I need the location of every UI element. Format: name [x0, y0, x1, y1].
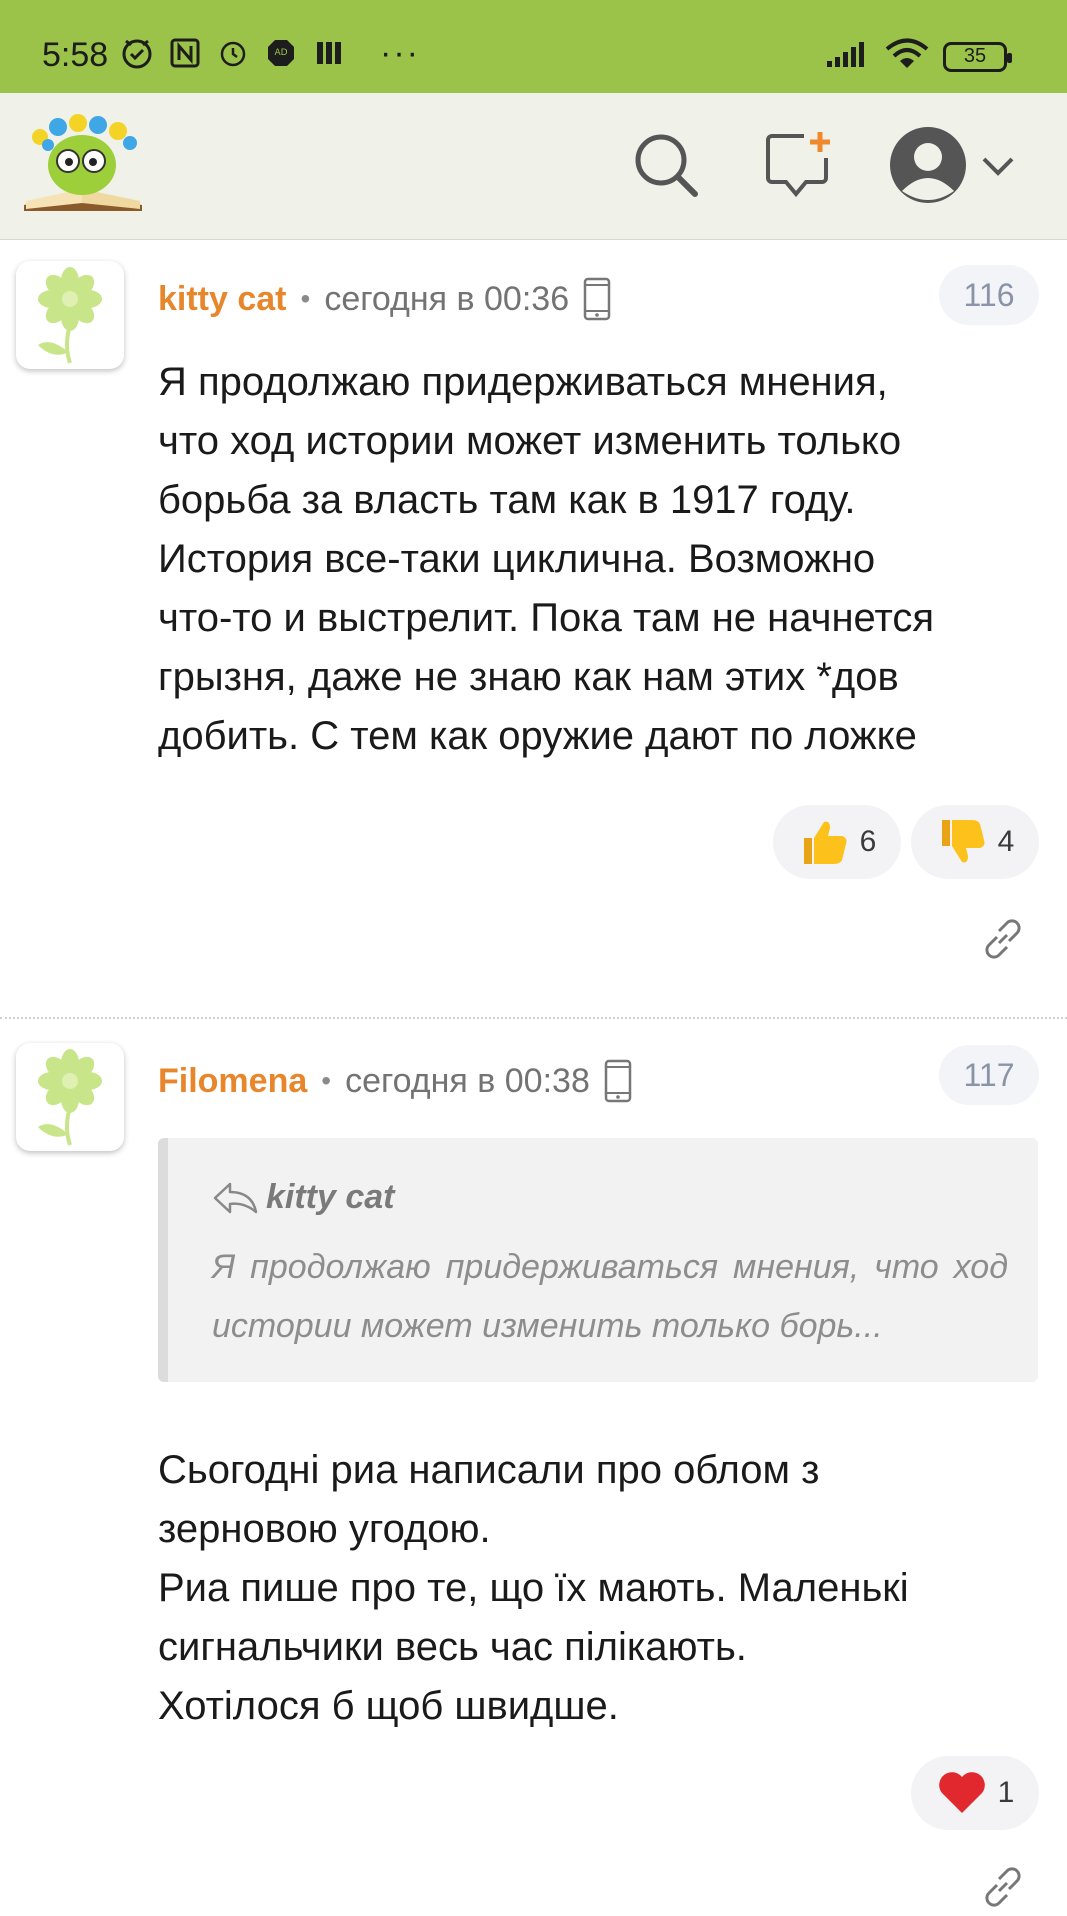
meta-separator: •	[321, 1065, 332, 1096]
comment-time[interactable]: сегодня в 00:36	[324, 280, 569, 319]
reaction-count: 4	[997, 825, 1015, 858]
flower-avatar-icon	[38, 267, 102, 364]
status-bar: 5:58 AD ··· 35	[0, 0, 1067, 93]
comment-avatar[interactable]	[16, 261, 124, 369]
comment-number-badge[interactable]: 116	[939, 265, 1039, 325]
status-check-icon	[120, 36, 154, 70]
more-notifications-icon: ···	[380, 34, 420, 72]
reaction-thumbs-up[interactable]: 6	[773, 805, 901, 879]
reaction-count: 1	[997, 1776, 1015, 1809]
quote-author: kitty cat	[266, 1178, 395, 1216]
chevron-down-icon	[982, 157, 1014, 176]
comment-author[interactable]: Filomena	[158, 1062, 307, 1101]
comment-meta: Filomena • сегодня в 00:38	[158, 1059, 632, 1103]
comment-116: kitty cat • сегодня в 00:36 116 Я продол…	[0, 239, 1067, 1017]
comment-reactions: 6 4	[773, 805, 1039, 879]
heart-icon	[938, 1772, 985, 1813]
reaction-count: 6	[859, 825, 877, 858]
comment-author[interactable]: kitty cat	[158, 280, 287, 319]
new-post-icon	[766, 132, 830, 198]
comment-time[interactable]: сегодня в 00:38	[345, 1062, 590, 1101]
quote-block[interactable]: kitty cat Я продолжаю придерживаться мне…	[158, 1138, 1038, 1382]
battery-indicator: 35	[943, 41, 1012, 72]
wifi-icon	[885, 38, 929, 75]
status-icons-left: AD ···	[120, 36, 420, 70]
comment-reactions: 1	[911, 1756, 1039, 1830]
status-icons-right: 35	[825, 38, 1012, 75]
adblocker-icon: AD	[264, 36, 298, 70]
books-icon	[312, 36, 346, 70]
signal-icon	[825, 39, 871, 74]
comment-number-badge[interactable]: 117	[939, 1045, 1039, 1105]
quote-text: Я продолжаю придерживаться мнения, что х…	[212, 1248, 1008, 1345]
copy-link-icon[interactable]	[977, 1861, 1029, 1913]
reaction-thumbs-down[interactable]: 4	[911, 805, 1039, 879]
thumbs-up-icon	[803, 821, 847, 864]
quote-header: kitty cat	[212, 1178, 395, 1217]
mobile-device-icon	[604, 1059, 632, 1103]
flower-avatar-icon	[38, 1049, 102, 1146]
svg-text:AD: AD	[274, 48, 287, 58]
site-logo[interactable]	[20, 113, 146, 213]
avatar-icon	[890, 127, 966, 203]
new-post-button[interactable]	[759, 125, 839, 205]
meta-separator: •	[300, 283, 311, 314]
comment-meta: kitty cat • сегодня в 00:36	[158, 277, 611, 321]
comment-avatar[interactable]	[16, 1043, 124, 1151]
reaction-heart[interactable]: 1	[911, 1756, 1039, 1830]
search-button[interactable]	[626, 125, 706, 205]
app-header	[0, 93, 1067, 240]
alarm-icon	[216, 36, 250, 70]
copy-link-icon[interactable]	[977, 913, 1029, 965]
profile-menu-button[interactable]	[888, 125, 1018, 205]
reply-arrow-icon	[213, 1182, 258, 1213]
comment-text: Я продолжаю придерживаться мнения, что х…	[158, 360, 934, 758]
nfc-icon	[168, 36, 202, 70]
mobile-device-icon	[583, 277, 611, 321]
comment-117: Filomena • сегодня в 00:38 117 kitty cat…	[0, 1019, 1067, 1916]
thumbs-down-icon	[941, 820, 985, 863]
comment-text: Сьогодні риа написали про облом з зернов…	[158, 1448, 909, 1728]
search-icon	[635, 134, 698, 197]
status-time: 5:58	[42, 36, 109, 74]
